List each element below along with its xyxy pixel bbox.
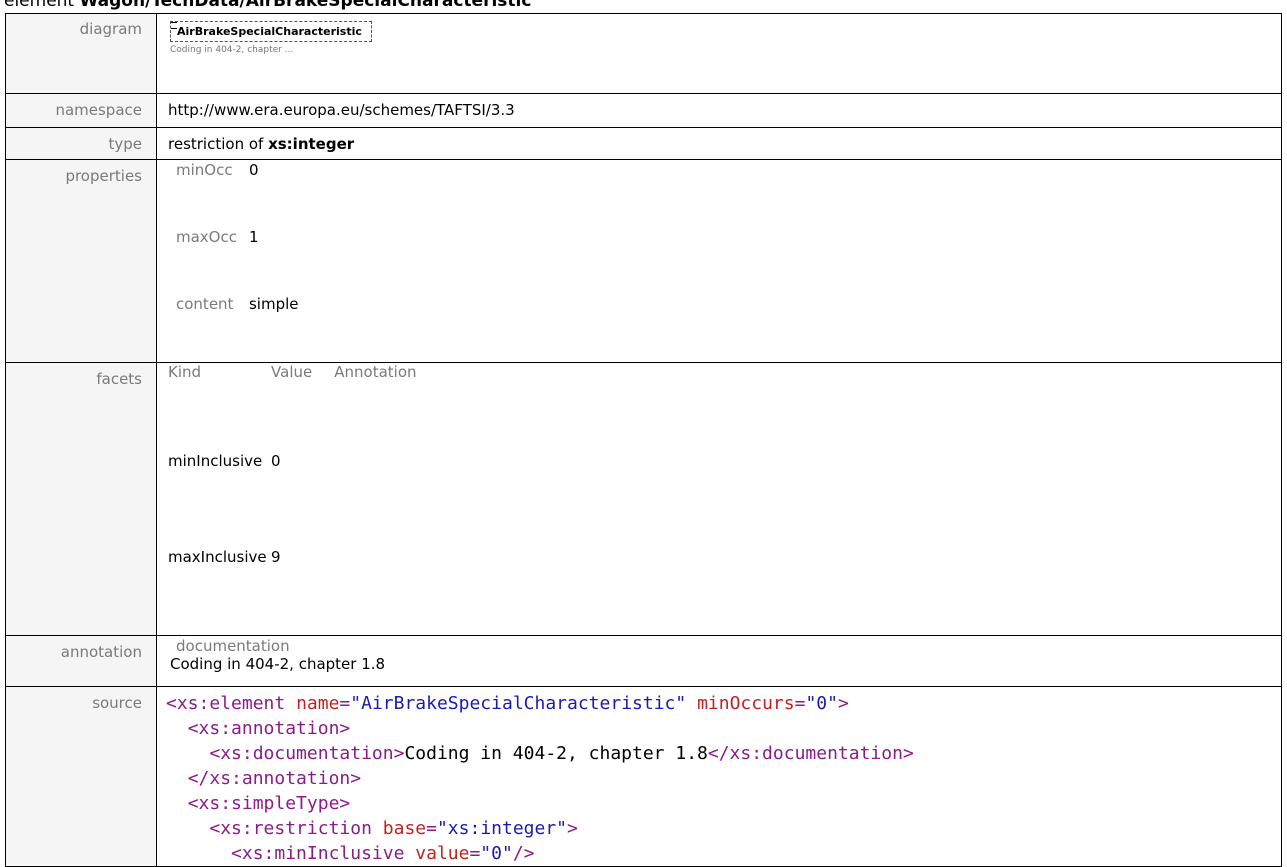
optional-element-icon xyxy=(171,22,177,29)
source-attr-name: base xyxy=(382,818,427,839)
annotation-key: documentation xyxy=(176,637,290,655)
diagram-row: diagram AirBrakeSpecialCharacteristic Co… xyxy=(5,13,1282,94)
source-tag: <xs:minInclusive xyxy=(231,843,405,864)
facets-row: facets Kind Value Annotation minInclusiv… xyxy=(5,362,1282,636)
source-line: </xs:annotation> xyxy=(166,766,1281,791)
namespace-label: namespace xyxy=(55,101,142,119)
diagram-note: Coding in 404-2, chapter ... xyxy=(170,45,294,55)
property-key: maxOcc xyxy=(176,228,237,246)
properties-table: minOcc 0 maxOcc 1 content simple xyxy=(176,161,299,362)
source-attr-value: "xs:integer" xyxy=(436,818,568,839)
diagram-label: diagram xyxy=(79,20,142,38)
namespace-row: namespace http://www.era.europa.eu/schem… xyxy=(5,93,1282,128)
properties-label: properties xyxy=(65,167,142,185)
source-tag-close: > xyxy=(339,718,351,739)
source-label-cell: source xyxy=(5,686,157,867)
source-attr-name: minOccurs xyxy=(697,693,795,714)
property-row: minOcc 0 xyxy=(176,161,299,228)
facet-row: minInclusive 0 xyxy=(168,450,417,548)
source-tag: <xs:element xyxy=(166,693,286,714)
facets-header-annotation: Annotation xyxy=(334,363,417,381)
source-cell: <xs:element name="AirBrakeSpecialCharact… xyxy=(156,686,1282,867)
facet-kind: minInclusive xyxy=(168,452,263,470)
annotation-label: annotation xyxy=(60,643,142,661)
source-tag: <xs:annotation xyxy=(187,718,340,739)
element-doc-table: diagram AirBrakeSpecialCharacteristic Co… xyxy=(5,13,1282,867)
page-heading: element Wagon/TechData/AirBrakeSpecialCh… xyxy=(4,0,531,11)
facets-table: Kind Value Annotation minInclusive 0 maxI… xyxy=(168,363,417,635)
source-tag: </xs:annotation xyxy=(187,768,351,789)
type-row: type restriction of xs:integer xyxy=(5,127,1282,160)
property-value: simple xyxy=(248,295,299,313)
source-attr-value: "AirBrakeSpecialCharacteristic" xyxy=(350,693,687,714)
diagram-element-box[interactable]: AirBrakeSpecialCharacteristic xyxy=(170,21,372,42)
facets-label-cell: facets xyxy=(5,362,157,636)
property-key: minOcc xyxy=(176,161,233,179)
source-line: <xs:minInclusive value="0"/> xyxy=(166,841,1281,866)
source-end-tag: </xs:documentation> xyxy=(707,743,914,764)
source-tag: <xs:restriction xyxy=(209,818,372,839)
source-tag-close: > xyxy=(393,743,405,764)
type-label-cell: type xyxy=(5,127,157,160)
annotation-value: Coding in 404-2, chapter 1.8 xyxy=(170,655,386,673)
property-value: 0 xyxy=(248,161,259,179)
source-tag: <xs:simpleType xyxy=(187,793,340,814)
properties-label-cell: properties xyxy=(5,159,157,363)
source-attr-value: "0" xyxy=(480,843,513,864)
source-attr-name: name xyxy=(296,693,340,714)
source-equals: = xyxy=(794,693,806,714)
source-tag-close: > xyxy=(339,793,351,814)
source-tag-close: > xyxy=(837,693,849,714)
annotation-label-cell: annotation xyxy=(5,635,157,687)
type-base-link[interactable]: xs:integer xyxy=(268,135,354,153)
source-line: <xs:restriction base="xs:integer"> xyxy=(166,816,1281,841)
source-attr-name: value xyxy=(415,843,470,864)
source-equals: = xyxy=(469,843,481,864)
facets-header-row: Kind Value Annotation xyxy=(168,363,417,450)
facet-row: maxInclusive 9 xyxy=(168,548,417,635)
source-tag-close: /> xyxy=(512,843,535,864)
source-line: <xs:documentation>Coding in 404-2, chapt… xyxy=(166,741,1281,766)
namespace-cell: http://www.era.europa.eu/schemes/TAFTSI/… xyxy=(156,93,1282,128)
facets-header-kind: Kind xyxy=(168,363,202,381)
properties-cell: minOcc 0 maxOcc 1 content simple xyxy=(156,159,1282,363)
namespace-label-cell: namespace xyxy=(5,93,157,128)
property-key: content xyxy=(176,295,234,313)
source-equals: = xyxy=(426,818,437,839)
annotation-cell: documentation Coding in 404-2, chapter 1… xyxy=(156,635,1282,687)
type-cell: restriction of xs:integer xyxy=(156,127,1282,160)
diagram-cell: AirBrakeSpecialCharacteristic Coding in … xyxy=(156,13,1282,94)
heading-prefix: element xyxy=(4,0,80,11)
type-label: type xyxy=(108,135,142,153)
namespace-value: http://www.era.europa.eu/schemes/TAFTSI/… xyxy=(168,101,515,119)
source-equals: = xyxy=(339,693,351,714)
source-line: <xs:annotation> xyxy=(166,716,1281,741)
source-tag-close: > xyxy=(567,818,578,839)
property-value: 1 xyxy=(248,228,259,246)
facets-cell: Kind Value Annotation minInclusive 0 maxI… xyxy=(156,362,1282,636)
source-line: <xs:simpleType> xyxy=(166,791,1281,816)
source-row: source <xs:element name="AirBrakeSpecial… xyxy=(5,686,1282,867)
diagram-label-cell: diagram xyxy=(5,13,157,94)
facet-kind: maxInclusive xyxy=(168,548,267,566)
facets-header-value: Value xyxy=(271,363,313,381)
annotation-row: annotation documentation Coding in 404-2… xyxy=(5,635,1282,687)
source-line: <xs:element name="AirBrakeSpecialCharact… xyxy=(166,691,1281,716)
source-attr-value: "0" xyxy=(805,693,838,714)
source-code: <xs:element name="AirBrakeSpecialCharact… xyxy=(166,687,1281,866)
facets-label: facets xyxy=(96,370,142,388)
diagram-box-text: AirBrakeSpecialCharacteristic xyxy=(177,25,362,38)
properties-row: properties minOcc 0 maxOcc 1 content simple xyxy=(5,159,1282,363)
property-row: maxOcc 1 xyxy=(176,228,299,295)
property-row: content simple xyxy=(176,295,299,362)
source-tag: <xs:documentation xyxy=(209,743,394,764)
facet-value: 9 xyxy=(271,548,281,566)
source-text: Coding in 404-2, chapter 1.8 xyxy=(404,743,708,764)
facet-value: 0 xyxy=(271,452,281,470)
type-prefix: restriction of xyxy=(168,135,269,153)
source-tag-close: > xyxy=(350,768,362,789)
element-name: Wagon/TechData/AirBrakeSpecialCharacteri… xyxy=(79,0,532,11)
source-label: source xyxy=(92,694,142,712)
